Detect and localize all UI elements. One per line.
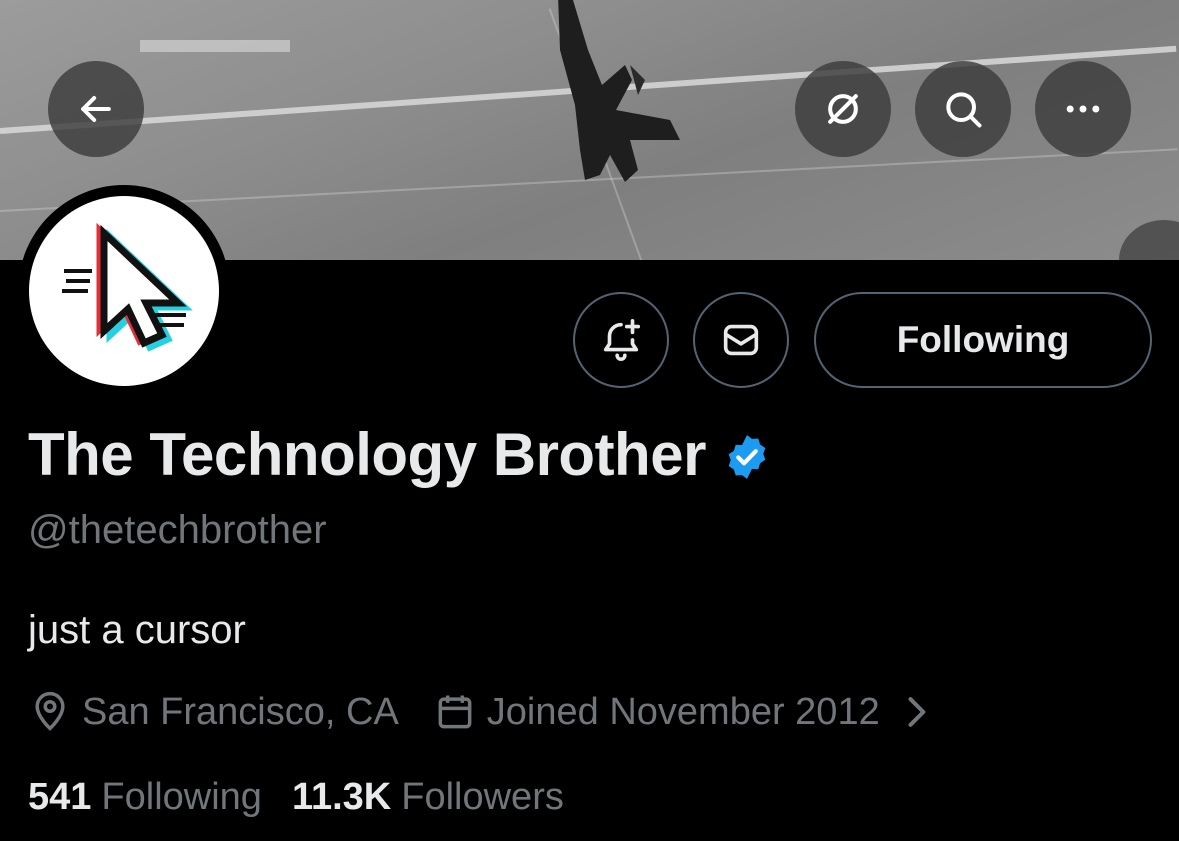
banner-jet-image [558, 0, 680, 182]
verified-badge-icon[interactable] [722, 432, 772, 482]
followers-count-link[interactable]: 11.3K Followers [292, 776, 564, 819]
followers-count: 11.3K [291, 776, 392, 818]
message-button[interactable] [693, 292, 789, 388]
profile-name-row: The Technology Brother [28, 420, 772, 489]
profile-meta: San Francisco, CA Joined November 2012 [28, 690, 948, 734]
grok-icon [828, 94, 858, 124]
search-button[interactable] [915, 61, 1011, 157]
chevron-right-icon [908, 697, 926, 727]
banner-runway-mark [140, 40, 290, 52]
joined-text: Joined November 2012 [486, 690, 880, 733]
profile-bio: just a cursor [28, 608, 246, 652]
mail-icon [723, 324, 759, 356]
following-count-link[interactable]: 541 Following [28, 776, 262, 819]
calendar-icon [438, 695, 472, 729]
following-label: Following [101, 776, 262, 818]
banner-shadow [1119, 220, 1179, 260]
cursor-logo-icon [62, 222, 193, 352]
more-button[interactable] [1035, 61, 1131, 157]
avatar[interactable] [18, 185, 230, 397]
notifications-button[interactable] [573, 292, 669, 388]
following-button-label: Following [896, 319, 1070, 360]
following-count: 541 [28, 776, 92, 818]
profile-stats: 541 Following 11.3K Followers [28, 776, 564, 819]
grok-button[interactable] [795, 61, 891, 157]
location-text: San Francisco, CA [82, 690, 399, 733]
location: San Francisco, CA [28, 690, 399, 734]
profile-name: The Technology Brother [28, 421, 706, 488]
back-button[interactable] [48, 61, 144, 157]
following-button[interactable]: Following [814, 292, 1152, 388]
bell-plus-icon [603, 319, 641, 361]
avatar-image [29, 196, 219, 386]
followers-label: Followers [401, 776, 564, 818]
more-horizontal-icon [1066, 105, 1100, 113]
profile-handle: @thetechbrother [28, 508, 327, 552]
search-icon [946, 92, 982, 128]
location-pin-icon [35, 691, 65, 731]
joined-date[interactable]: Joined November 2012 [433, 690, 948, 734]
arrow-left-icon [81, 95, 111, 123]
